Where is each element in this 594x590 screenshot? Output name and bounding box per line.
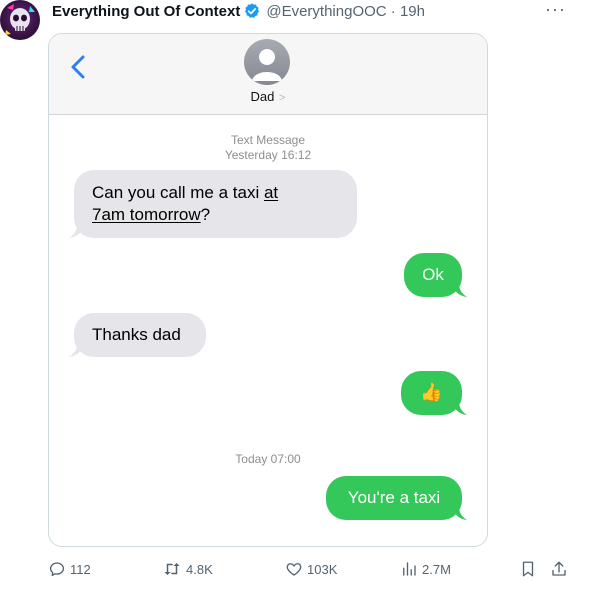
share-icon — [552, 561, 566, 576]
author-name[interactable]: Everything Out Of Context — [52, 3, 240, 20]
thumbs-up-emoji: 👍 — [420, 382, 443, 402]
message-bubble-incoming: Can you call me a taxi at 7am tomorrow? — [69, 170, 357, 238]
message-type-label: Text Message — [230, 133, 306, 147]
reply-button[interactable]: 112 — [48, 558, 91, 580]
reply-count: 112 — [70, 561, 91, 577]
message-text: Can you call me a taxi — [92, 183, 264, 202]
contact-name-text: Dad — [250, 89, 275, 104]
tweet-actions-bar: 112 4.8K 103K 2.7M — [48, 558, 578, 580]
handle-text: @EverythingOOC — [266, 2, 387, 20]
analytics-icon — [403, 562, 416, 576]
bubble-tail-icon — [69, 224, 83, 238]
timestamp-yesterday: Yesterday 16:12 — [224, 148, 312, 162]
author-avatar[interactable] — [0, 0, 40, 40]
bubble-tail-icon — [453, 283, 467, 297]
message-text-link: 7am tomorrow — [92, 205, 201, 224]
time-separator: · — [390, 2, 396, 20]
verified-badge-icon — [245, 3, 260, 18]
message-line-1: Can you call me a taxi at — [92, 182, 357, 204]
message-bubble-outgoing: 👍 — [401, 371, 467, 415]
person-silhouette-icon — [252, 49, 282, 81]
more-options-icon[interactable]: ··· — [545, 0, 566, 18]
message-text: Thanks dad — [92, 325, 181, 344]
reply-icon — [49, 562, 65, 577]
back-chevron-icon — [71, 55, 85, 79]
contact-chevron-icon: > — [279, 92, 286, 104]
bookmark-icon — [522, 561, 534, 577]
bookmark-button[interactable] — [519, 558, 541, 580]
timestamp-today: Today 07:00 — [235, 452, 301, 466]
author-handle[interactable]: @EverythingOOC · 19h — [266, 3, 425, 20]
message-text: You're a taxi — [347, 488, 441, 507]
message-bubble-outgoing: Ok — [404, 253, 467, 297]
like-button[interactable]: 103K — [285, 558, 337, 580]
retweet-icon — [164, 563, 180, 575]
bubble-tail-icon — [453, 401, 467, 415]
tweet-media-image[interactable]: Dad > Text Message Yesterday 16:12 Can y… — [48, 33, 488, 547]
contact-name: Dad > — [49, 89, 487, 104]
tweet-time[interactable]: 19h — [400, 3, 425, 20]
like-count: 103K — [307, 561, 338, 577]
message-line-2: 7am tomorrow? — [92, 204, 357, 226]
heart-icon — [286, 563, 302, 576]
message-text: ? — [200, 205, 211, 224]
views-count: 2.7M — [422, 561, 451, 577]
views-button[interactable]: 2.7M — [400, 558, 451, 580]
contact-avatar — [244, 39, 290, 85]
bubble-tail-icon — [69, 343, 83, 357]
message-bubble-outgoing: You're a taxi — [326, 476, 467, 520]
share-button[interactable] — [550, 558, 572, 580]
bubble-tail-icon — [453, 506, 467, 520]
imessage-header: Dad > — [49, 34, 487, 115]
tweet: Everything Out Of Context @EverythingOOC… — [0, 0, 594, 590]
skull-graffiti-icon — [5, 4, 35, 35]
retweet-button[interactable]: 4.8K — [162, 558, 213, 580]
tweet-header: Everything Out Of Context @EverythingOOC… — [52, 1, 425, 21]
message-bubble-incoming: Thanks dad — [69, 313, 206, 357]
message-text-link: at — [263, 183, 279, 202]
retweet-count: 4.8K — [186, 561, 213, 577]
message-text: Ok — [422, 265, 444, 284]
